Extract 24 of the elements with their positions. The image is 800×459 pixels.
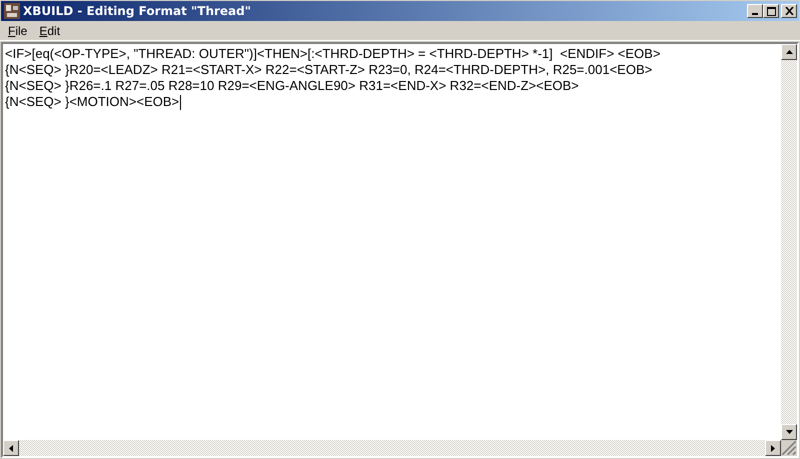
up-arrow-icon [786,50,792,54]
maximize-button[interactable] [763,4,779,18]
code-line: <IF>[eq(<OP-TYPE>, "THREAD: OUTER")]<THEN>[:<THRD-DEPTH> = <THRD-DEPTH> *-1] <ENDIF> <EOB> [5,46,660,62]
menu-item[interactable]: Edit [33,24,66,38]
code-line: {N<SEQ> }<MOTION><EOB> [5,94,180,110]
resize-grip-icon[interactable] [781,440,797,456]
right-arrow-icon [771,444,775,452]
scroll-down-button[interactable] [781,424,797,440]
close-button[interactable] [781,4,797,18]
scroll-right-button[interactable] [765,440,781,456]
code-line: {N<SEQ> }R20=<LEADZ> R21=<START-X> R22=<START-Z> R23=0, R24=<THRD-DEPTH>, R25=.001<EOB> [5,62,652,78]
scroll-up-button[interactable] [781,44,797,60]
app-icon [4,3,20,19]
window-title: XBUILD - Editing Format "Thread" [23,4,252,18]
close-icon [784,7,794,15]
left-arrow-icon [9,444,13,452]
down-arrow-icon [786,430,792,434]
horizontal-scrollbar[interactable] [3,440,781,456]
minimize-button[interactable] [747,4,763,18]
code-line: {N<SEQ> }R26=.1 R27=.05 R28=10 R29=<ENG-ANGLE90> R31=<END-X> R32=<END-Z><EOB> [5,78,579,94]
menu-item[interactable]: File [2,24,34,38]
scroll-left-button[interactable] [3,440,19,456]
vertical-scrollbar[interactable] [781,44,797,440]
maximize-icon [766,6,776,16]
